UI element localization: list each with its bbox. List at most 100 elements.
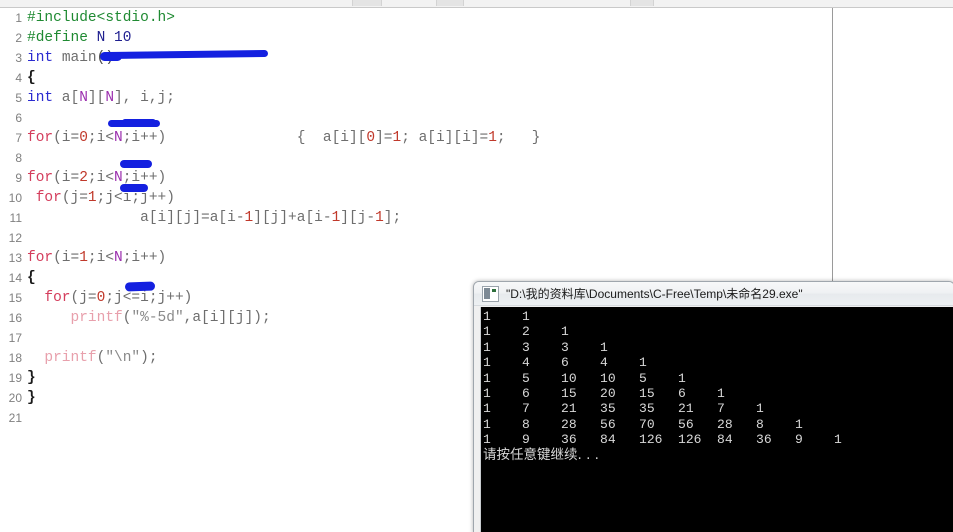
code-token: ;i< — [87, 170, 115, 186]
code-token: ;i< — [87, 130, 115, 146]
code-token: printf — [70, 310, 123, 326]
line-number: 3 — [15, 51, 22, 65]
console-output-line: 1 7 21 35 35 21 7 1 — [483, 401, 764, 417]
code-token: (j= — [61, 190, 88, 206]
code-token: ;i< — [87, 250, 115, 266]
line-number: 7 — [15, 131, 22, 145]
code-token: for — [27, 250, 54, 266]
code-token: N — [114, 250, 123, 266]
code-text: printf("\n"); — [27, 348, 157, 368]
code-text: int a[N][N], i,j; — [27, 88, 175, 108]
code-line[interactable]: 10 for(j=1;j<i;j++) — [0, 188, 832, 208]
line-number: 16 — [8, 311, 22, 325]
line-number: 17 — [8, 331, 22, 345]
code-line[interactable]: 4{ — [0, 68, 832, 88]
code-token: { — [27, 70, 36, 86]
console-output-line: 1 2 1 — [483, 324, 569, 340]
code-token: N — [114, 130, 123, 146]
toolbar-button-ghost-1[interactable] — [352, 0, 382, 6]
code-token: N — [105, 90, 115, 106]
toolbar-button-ghost-3[interactable] — [630, 0, 654, 6]
code-token: } — [27, 370, 36, 386]
code-token: #include<stdio.h> — [27, 10, 175, 26]
console-output-line: 1 5 10 10 5 1 — [483, 370, 686, 386]
code-line[interactable]: 2 #define N 10 — [0, 28, 832, 48]
code-token: ;i++) — [122, 250, 167, 266]
code-token: ,a[i][j]); — [183, 310, 271, 326]
code-token: { a[i][ — [166, 130, 367, 146]
code-token: int — [27, 50, 54, 66]
code-line[interactable]: 11 a[i][j]=a[i-1][j]+a[i-1][j-1]; — [0, 208, 832, 228]
code-text: #include<stdio.h> — [27, 8, 175, 28]
console-titlebar[interactable]: "D:\我的资料库\Documents\C-Free\Temp\未命名29.ex… — [474, 282, 953, 306]
code-token: 10 — [105, 30, 132, 46]
line-number: 2 — [15, 31, 22, 45]
line-number: 8 — [15, 151, 22, 165]
line-number: 12 — [8, 231, 22, 245]
code-text: } — [27, 368, 36, 388]
console-output-line: 1 9 36 84 126 126 84 36 9 1 — [483, 432, 842, 448]
code-token: ]= — [375, 130, 393, 146]
screen: 1 #include<stdio.h> 2 #define N 10 3 int main… — [0, 0, 953, 532]
line-number: 4 — [15, 71, 22, 85]
code-token: #define — [27, 30, 97, 46]
line-number: 14 — [8, 271, 22, 285]
code-token: for — [44, 290, 71, 306]
code-token: (i= — [53, 250, 80, 266]
code-text: for(j=1;j<i;j++) — [27, 188, 175, 208]
code-token: ;j<i;j++) — [96, 190, 175, 206]
code-token: N — [79, 90, 88, 106]
console-line-list: 1 11 2 11 3 3 11 4 6 4 11 5 10 10 5 11 6… — [483, 309, 953, 448]
code-token: ;i++) — [122, 130, 167, 146]
line-number: 11 — [9, 211, 22, 225]
code-token: "%-5d" — [131, 310, 184, 326]
code-token: { — [27, 270, 36, 286]
code-token: ][j- — [340, 210, 376, 226]
code-token: 2 — [79, 170, 88, 186]
code-token: 1 — [331, 210, 341, 226]
code-text: for(j=0;j<=i;j++) — [27, 288, 192, 308]
line-number: 9 — [15, 171, 22, 185]
code-token: 0 — [366, 130, 376, 146]
code-text: { — [27, 268, 36, 288]
code-token: int — [27, 90, 54, 106]
code-line[interactable]: 6 — [0, 108, 832, 128]
code-line[interactable]: 9 for(i=2;i<N;i++) — [0, 168, 832, 188]
code-line[interactable]: 5 int a[N][N], i,j; — [0, 88, 832, 108]
code-token: 1 — [488, 130, 497, 146]
code-token: (i= — [53, 130, 80, 146]
code-token: for — [35, 190, 62, 206]
code-token: 1 — [375, 210, 384, 226]
console-output-line: 1 6 15 20 15 6 1 — [483, 386, 725, 402]
code-token: 1 — [79, 250, 88, 266]
code-line[interactable]: 13 for(i=1;i<N;i++) — [0, 248, 832, 268]
code-line[interactable]: 7 for(i=0;i<N;i++) { a[i][0]=1; a[i][i]=1… — [0, 128, 832, 148]
console-output-line: 1 4 6 4 1 — [483, 355, 647, 371]
line-number: 18 — [8, 351, 22, 365]
line-number: 20 — [8, 391, 22, 405]
code-line[interactable]: 12 — [0, 228, 832, 248]
code-token: for — [27, 130, 54, 146]
code-token: for — [27, 170, 54, 186]
code-token: ;j<=i;j++) — [105, 290, 193, 306]
code-token: ][ — [87, 90, 106, 106]
code-token: (i= — [53, 170, 80, 186]
code-token: N — [114, 170, 123, 186]
toolbar-button-ghost-2[interactable] — [436, 0, 464, 6]
console-output[interactable]: 1 11 2 11 3 3 11 4 6 4 11 5 10 10 5 11 6… — [481, 307, 953, 532]
console-window[interactable]: "D:\我的资料库\Documents\C-Free\Temp\未命名29.ex… — [473, 281, 953, 532]
line-number: 6 — [15, 111, 22, 125]
code-line[interactable]: 3 int main() — [0, 48, 832, 68]
code-token: 1 — [392, 130, 402, 146]
code-token: ; } — [496, 130, 541, 146]
line-number: 5 — [15, 91, 22, 105]
code-token: ], i,j; — [114, 90, 175, 106]
code-token: ; a[i][i]= — [401, 130, 489, 146]
code-text: for(i=2;i<N;i++) — [27, 168, 166, 188]
code-line[interactable]: 1 #include<stdio.h> — [0, 8, 832, 28]
code-line[interactable]: 8 — [0, 148, 832, 168]
console-output-line: 1 8 28 56 70 56 28 8 1 — [483, 416, 803, 432]
code-token: ]; — [383, 210, 402, 226]
